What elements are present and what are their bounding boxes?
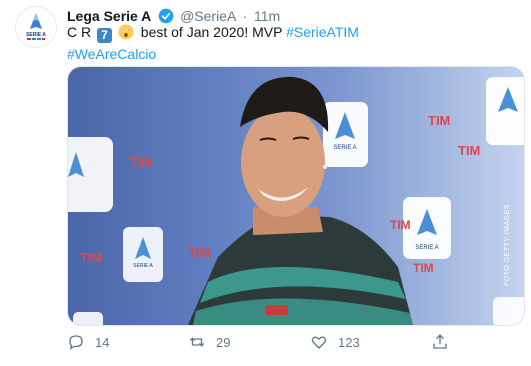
tweet: SERIE A Lega Serie A @SerieA · 11m C R 7 — [0, 0, 531, 366]
retweet-button[interactable]: 29 — [188, 330, 230, 354]
tim-logo: TIM — [413, 261, 434, 275]
tim-logo: TIM — [130, 155, 152, 170]
avatar-logo-text: SERIE A — [26, 32, 46, 38]
retweet-count: 29 — [216, 334, 231, 350]
timestamp[interactable]: 11m — [254, 8, 280, 24]
keycap-seven-icon: 7 — [97, 28, 113, 43]
text-prefix: C R — [67, 24, 92, 40]
astonished-face-icon — [118, 24, 134, 45]
tweet-text: C R 7 best of Jan 2020! MVP #SerieATIM #… — [67, 23, 507, 64]
separator-dot: · — [242, 8, 248, 24]
retweet-icon — [189, 337, 205, 347]
tim-logo: TIM — [80, 250, 102, 265]
like-count: 123 — [338, 334, 360, 350]
avatar[interactable]: SERIE A — [15, 6, 57, 48]
hashtag-serieatim[interactable]: #SerieATIM — [286, 24, 359, 40]
handle[interactable]: @SerieA — [180, 8, 235, 24]
board-label: SERIE A — [333, 145, 356, 151]
board-label: SERIE A — [133, 263, 153, 269]
hashtag-wearecalcio[interactable]: #WeAreCalcio — [67, 45, 507, 64]
photo-scene: SERIE A SERIE A SERIE A TIM TIM TIM TIM … — [68, 76, 524, 325]
share-button[interactable] — [431, 330, 459, 354]
tweet-text-line-1: C R 7 best of Jan 2020! MVP #SerieATIM — [67, 23, 507, 45]
tweet-media-image[interactable]: SERIE A SERIE A SERIE A TIM TIM TIM TIM … — [67, 66, 525, 326]
serie-a-logo-icon: SERIE A — [16, 7, 56, 47]
reply-button[interactable]: 14 — [67, 330, 109, 354]
photo-credit: FOTO GETTY IMAGES — [504, 203, 511, 287]
tim-logo: TIM — [428, 113, 450, 128]
share-icon — [433, 334, 447, 349]
display-name[interactable]: Lega Serie A — [67, 8, 151, 24]
reply-icon — [69, 335, 83, 350]
board-label: SERIE A — [415, 245, 438, 251]
tweet-actions: 14 29 123 — [67, 330, 467, 354]
reply-count: 14 — [95, 334, 110, 350]
tim-logo: TIM — [458, 143, 480, 158]
tim-logo: TIM — [390, 218, 411, 232]
text-body: best of Jan 2020! MVP — [140, 24, 283, 40]
like-button[interactable]: 123 — [310, 330, 360, 354]
person-figure — [188, 76, 413, 325]
heart-icon — [311, 336, 327, 349]
tim-logo: TIM — [188, 245, 210, 260]
